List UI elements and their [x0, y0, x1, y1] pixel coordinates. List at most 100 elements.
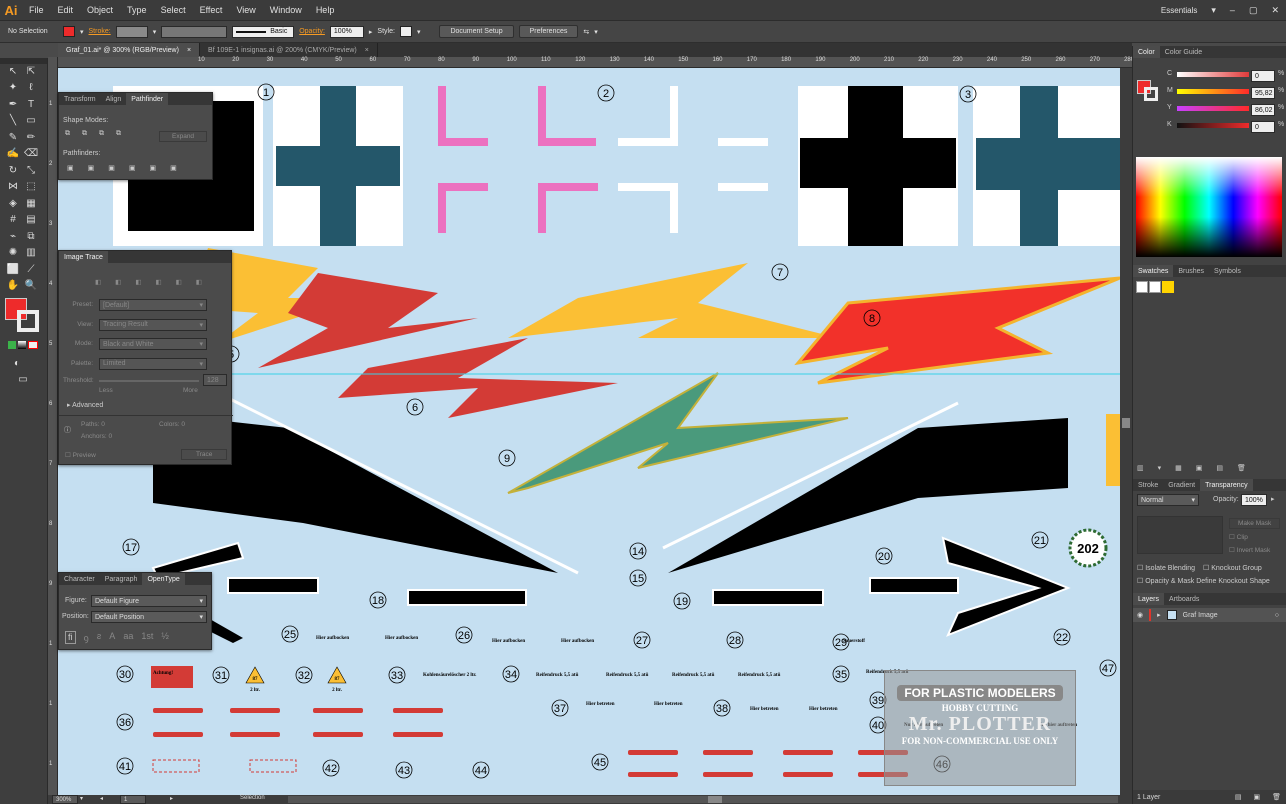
tab-brushes[interactable]: Brushes [1173, 265, 1209, 277]
figure-dropdown[interactable]: Default Figure ▾ [91, 595, 207, 607]
slice-tool-icon[interactable]: ⟋ [24, 262, 38, 276]
hand-tool-icon[interactable]: ✋ [6, 279, 20, 293]
swatch-yellow[interactable] [1162, 281, 1174, 293]
menu-file[interactable]: File [22, 5, 51, 15]
tab-color[interactable]: Color [1133, 46, 1160, 58]
rotate-icon[interactable]: ↻ [6, 163, 20, 177]
vertical-scroll-thumb[interactable] [1122, 418, 1130, 428]
minus-back-icon[interactable]: ▣ [170, 164, 177, 172]
brush-field[interactable]: Basic [232, 25, 295, 38]
merge-icon[interactable]: ▣ [108, 164, 115, 172]
threshold-slider[interactable] [99, 380, 199, 382]
knockout-group-checkbox[interactable]: ☐ Knockout Group [1203, 564, 1262, 572]
tab-transparency[interactable]: Transparency [1200, 479, 1253, 491]
column-graph-icon[interactable]: ▥ [24, 246, 38, 260]
scale-icon[interactable]: ⤡ [24, 163, 38, 177]
blend-tool-icon[interactable]: ⧉ [24, 229, 38, 243]
view-dropdown[interactable]: Tracing Result ▾ [99, 318, 207, 331]
zoom-field[interactable]: 300% [52, 795, 78, 804]
delete-layer-icon[interactable]: 🗑 [1272, 793, 1286, 801]
position-dropdown[interactable]: Default Position ▾ [91, 611, 207, 623]
stroke-weight-field[interactable] [115, 25, 148, 38]
layer-name[interactable]: Graf Image [1183, 612, 1218, 619]
opacity-field[interactable]: 100% [329, 25, 364, 38]
color-mode-buttons[interactable] [8, 341, 38, 349]
visibility-eye-icon[interactable]: ◉ [1137, 611, 1143, 619]
menu-effect[interactable]: Effect [193, 5, 230, 15]
divide-icon[interactable]: ▣ [67, 164, 74, 172]
swatch-registration[interactable] [1149, 281, 1161, 293]
clip-checkbox[interactable]: ☐ Clip [1229, 533, 1248, 541]
grayscale-icon[interactable]: ◧ [155, 278, 161, 286]
close-tab-icon[interactable]: × [187, 47, 191, 54]
close-icon[interactable]: ✕ [1264, 5, 1286, 16]
blend-mode-dropdown[interactable]: Normal ▾ [1137, 494, 1199, 506]
expand-button[interactable]: Expand [159, 131, 208, 142]
channel-m-field[interactable]: 95,82 [1251, 87, 1275, 99]
lasso-icon[interactable]: ℓ [24, 81, 38, 95]
menu-window[interactable]: Window [263, 5, 309, 15]
perspective-grid-icon[interactable]: ▦ [24, 196, 38, 210]
preset-dropdown[interactable]: [Default] ▾ [99, 299, 207, 311]
opentype-glyph-1[interactable]: ꝯ [84, 631, 89, 644]
menu-edit[interactable]: Edit [51, 5, 81, 15]
menu-select[interactable]: Select [154, 5, 193, 15]
workspace-switcher[interactable]: Essentials [1154, 6, 1204, 15]
threshold-field[interactable]: 128 [203, 374, 227, 386]
mesh-tool-icon[interactable]: # [6, 213, 20, 227]
channel-m-slider[interactable] [1177, 89, 1249, 94]
new-swatch-icon[interactable]: ▤ [1216, 464, 1223, 472]
opentype-glyph-2[interactable]: ƨ [97, 631, 102, 644]
trim-icon[interactable]: ▣ [88, 164, 95, 172]
doc-tab-graf[interactable]: Graf_01.ai* @ 300% (RGB/Preview) × [58, 43, 201, 57]
channel-y-field[interactable]: 86,02 [1251, 104, 1275, 116]
minimize-icon[interactable]: – [1223, 5, 1242, 15]
isolate-blending-checkbox[interactable]: ☐ Isolate Blending [1137, 564, 1195, 572]
opacity-label[interactable]: Opacity: [299, 28, 325, 35]
fill-swatch[interactable] [63, 26, 75, 37]
menu-object[interactable]: Object [80, 5, 120, 15]
layer-target-icon[interactable]: ○ [1275, 612, 1286, 619]
tab-opentype[interactable]: OpenType [142, 573, 185, 585]
maximize-icon[interactable]: ▢ [1242, 5, 1265, 16]
intersect-icon[interactable]: ⧉ [99, 130, 104, 138]
channel-k-slider[interactable] [1177, 123, 1249, 128]
swatch-none[interactable] [1136, 281, 1148, 293]
selection-tool-icon[interactable]: ↖ [6, 64, 20, 78]
tab-transform[interactable]: Transform [59, 93, 101, 105]
tab-layers[interactable]: Layers [1133, 593, 1165, 605]
opentype-glyph-4[interactable]: aa [123, 631, 133, 644]
symbol-sprayer-icon[interactable]: ✺ [6, 246, 20, 260]
stroke-color-box[interactable] [17, 310, 39, 332]
rectangle-tool-icon[interactable]: ▭ [24, 114, 38, 128]
crop-icon[interactable]: ▣ [129, 164, 136, 172]
outline-icon[interactable]: ▣ [150, 164, 157, 172]
unite-icon[interactable]: ⧉ [65, 130, 70, 138]
variable-width-field[interactable] [161, 25, 228, 38]
mode-dropdown[interactable]: Black and White ▾ [99, 338, 207, 350]
pen-tool-icon[interactable]: ✒ [6, 97, 20, 111]
layer-row[interactable]: ◉ ▸ Graf Image ○ [1133, 608, 1286, 622]
tab-symbols[interactable]: Symbols [1209, 265, 1246, 277]
tab-color-guide[interactable]: Color Guide [1160, 46, 1207, 58]
invert-mask-checkbox[interactable]: ☐ Invert Mask [1229, 546, 1270, 554]
vertical-scrollbar[interactable] [1120, 68, 1132, 795]
zoom-dropdown-icon[interactable]: ▾ [80, 795, 83, 802]
draw-mode-icon[interactable]: ◐ [10, 356, 24, 370]
menu-type[interactable]: Type [120, 5, 154, 15]
type-tool-icon[interactable]: T [24, 97, 38, 111]
tab-align[interactable]: Align [101, 93, 127, 105]
opacity-mask-knockout-checkbox[interactable]: ☐ Opacity & Mask Define Knockout Shape [1137, 577, 1270, 585]
stroke-label[interactable]: Stroke: [89, 28, 111, 35]
tab-stroke[interactable]: Stroke [1133, 479, 1163, 491]
line-tool-icon[interactable]: ╲ [6, 114, 20, 128]
direct-selection-tool-icon[interactable]: ⇱ [24, 64, 38, 78]
high-color-icon[interactable]: ◧ [115, 278, 121, 286]
eyedropper-icon[interactable]: ⌁ [6, 229, 20, 243]
show-kinds-icon[interactable]: ▾ [1158, 464, 1162, 472]
channel-c-slider[interactable] [1177, 72, 1249, 77]
width-tool-icon[interactable]: ⋈ [6, 180, 20, 194]
make-mask-button[interactable]: Make Mask [1229, 518, 1281, 529]
trace-button[interactable]: Trace [181, 449, 228, 460]
paintbrush-icon[interactable]: ✎ [6, 130, 20, 144]
